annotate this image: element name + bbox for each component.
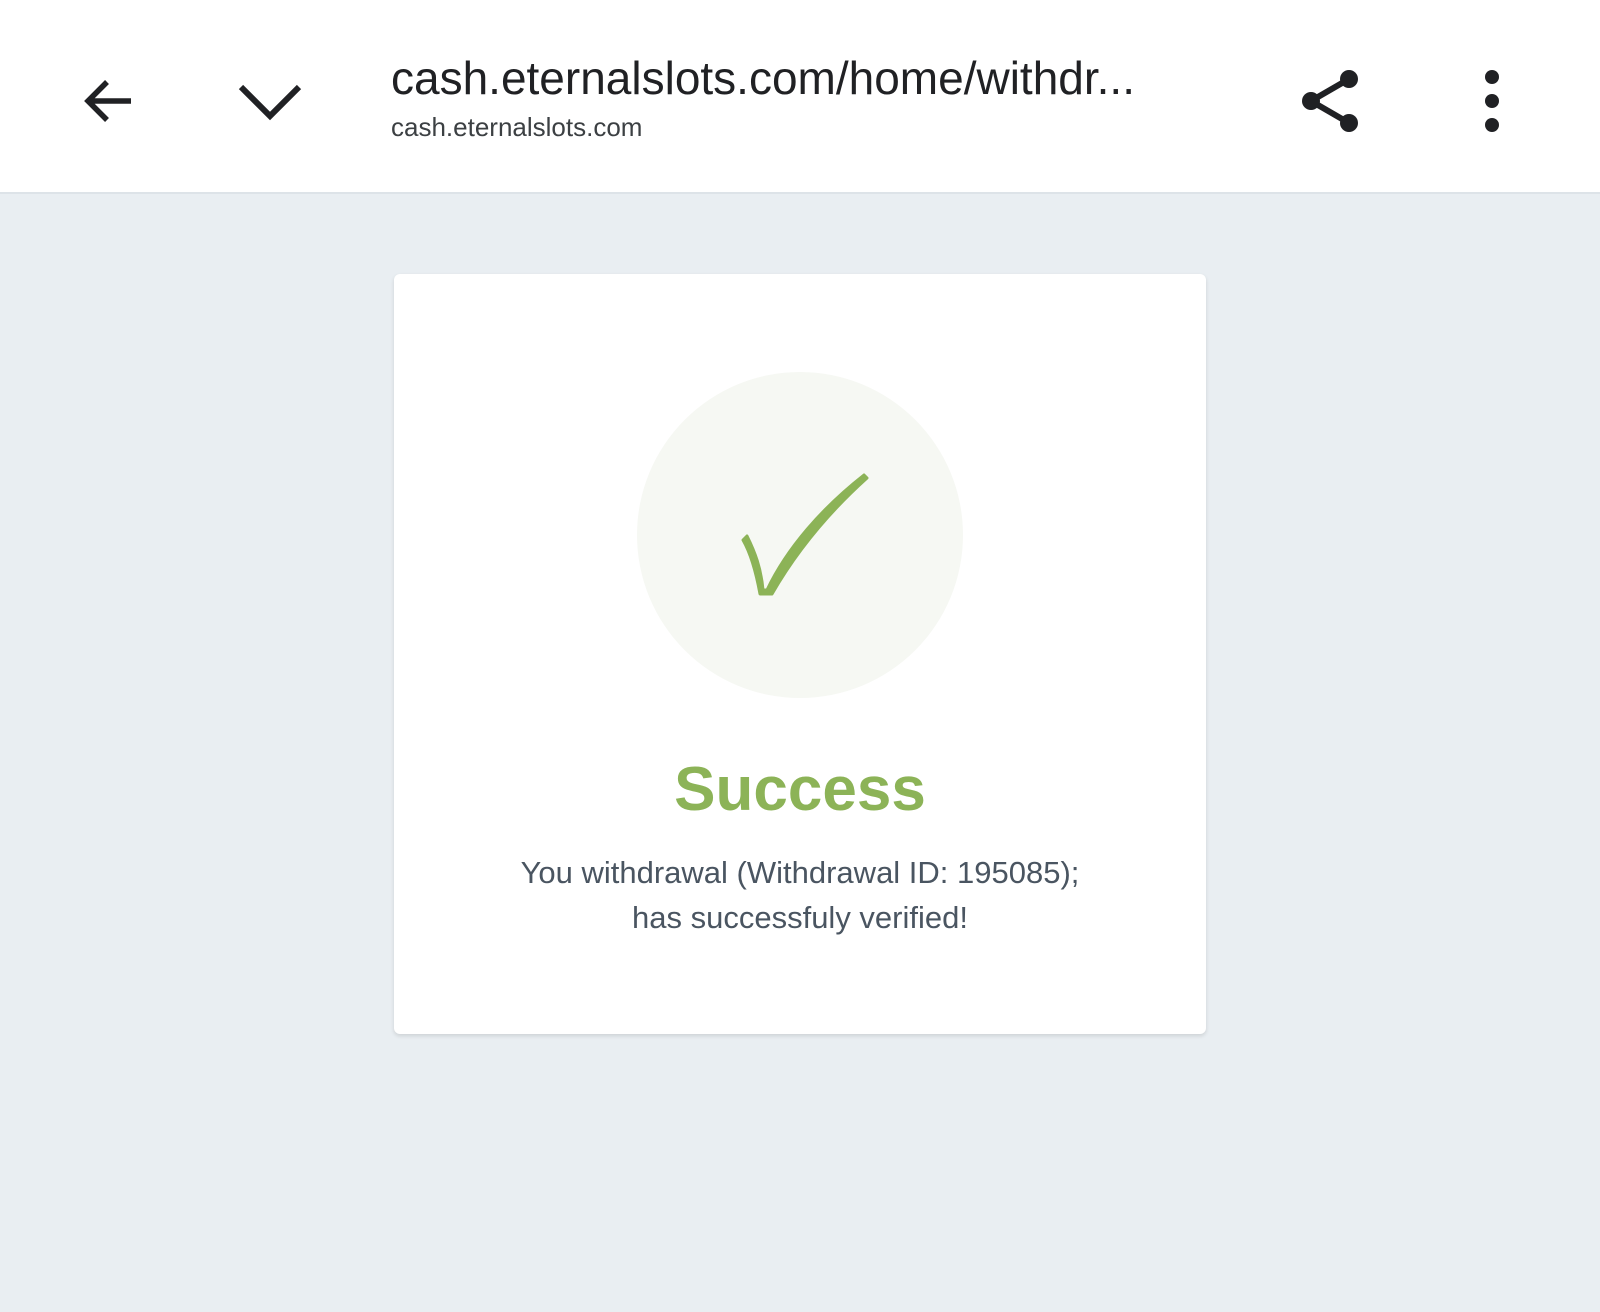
- url-bar[interactable]: cash.eternalslots.com/home/withdr... cas…: [391, 50, 1211, 144]
- browser-toolbar: cash.eternalslots.com/home/withdr... cas…: [0, 0, 1600, 194]
- success-title: Success: [674, 755, 926, 824]
- chevron-down-icon: [238, 84, 302, 121]
- more-vertical-icon: [1485, 70, 1499, 132]
- collapse-button[interactable]: [222, 53, 318, 149]
- page-domain: cash.eternalslots.com: [391, 112, 643, 142]
- arrow-left-icon: [84, 80, 131, 122]
- share-icon: [1302, 70, 1358, 132]
- page-url-title: cash.eternalslots.com/home/withdr...: [391, 52, 1135, 104]
- message-line-2: has successfuly verified!: [632, 900, 968, 935]
- back-button[interactable]: [61, 53, 157, 149]
- success-message: You withdrawal (Withdrawal ID: 195085); …: [454, 850, 1146, 940]
- checkmark-icon: [741, 473, 869, 596]
- menu-button[interactable]: [1444, 53, 1540, 149]
- check-badge: [637, 372, 963, 698]
- share-button[interactable]: [1283, 53, 1379, 149]
- message-line-1: You withdrawal (Withdrawal ID: 195085);: [520, 855, 1080, 890]
- success-card: Success You withdrawal (Withdrawal ID: 1…: [394, 274, 1206, 1034]
